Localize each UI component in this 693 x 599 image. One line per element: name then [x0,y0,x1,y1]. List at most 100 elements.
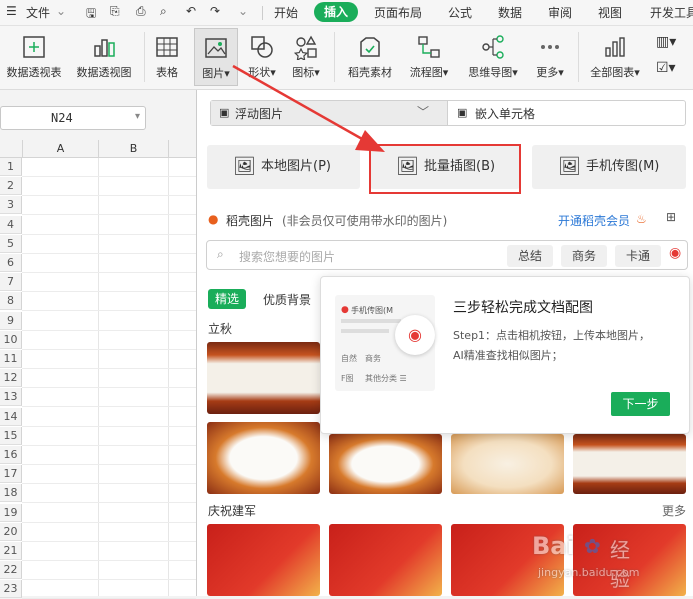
row-header[interactable]: 15 [0,426,22,445]
more-link[interactable]: 更多 [662,502,686,519]
pivot-chart-button[interactable]: 数据透视图 [72,28,136,86]
tab-formulas[interactable]: 公式 [448,4,472,21]
row-header[interactable]: 18 [0,484,22,503]
row-header[interactable]: 5 [0,234,22,253]
tab-developer[interactable]: 开发工具 [650,4,693,21]
row-header[interactable]: 13 [0,388,22,407]
tab-page-layout[interactable]: 页面布局 [374,4,422,21]
row-header[interactable]: 4 [0,215,22,234]
embed-cell-option[interactable]: 嵌入单元格 [475,105,535,122]
chip-summary[interactable]: 总结 [507,245,553,267]
all-charts-button[interactable]: 全部图表▾ [584,28,646,86]
row-header[interactable]: 17 [0,465,22,484]
row-header[interactable]: 8 [0,292,22,311]
image-thumbnail[interactable] [207,524,320,596]
table-icon [156,37,178,57]
search-input[interactable]: 搜索您想要的图片 [239,248,335,265]
file-menu[interactable]: 文件 [26,4,50,21]
bar-chart-icon [605,37,625,57]
tab-insert[interactable]: 插入 [314,2,358,22]
row-header[interactable]: 21 [0,542,22,560]
tab-view[interactable]: 视图 [598,4,622,21]
tab-data[interactable]: 数据 [498,4,522,21]
open-member-link[interactable]: 开通稻壳会员 [558,212,630,229]
column-a-header[interactable]: A [22,140,98,158]
flowchart-icon [418,36,440,58]
ribbon-divider [144,32,145,82]
image-thumbnail[interactable] [573,434,686,494]
filter-selected[interactable]: 精选 [208,289,246,309]
next-step-button[interactable]: 下一步 [611,392,670,416]
pivot-chart-icon [94,39,115,57]
popup-desc-1: Step1：点击相机按钮，上传本地图片， [453,329,651,342]
image-thumbnail[interactable] [451,434,564,494]
table-button[interactable]: 表格 [150,28,184,86]
pivot-table-button[interactable]: 数据透视表 [2,28,66,86]
grid-line [22,521,196,523]
row-header[interactable]: 19 [0,503,22,522]
row-header[interactable]: 20 [0,522,22,541]
bar-divider [447,101,448,125]
section-title-army: 庆祝建军 [208,504,257,518]
row-header[interactable]: 9 [0,311,22,330]
row-header[interactable]: 11 [0,350,22,368]
image-thumbnail[interactable] [329,434,442,494]
filter-quality-bg[interactable]: 优质背景 [263,291,311,308]
chip-cartoon[interactable]: 卡通 [615,245,661,267]
image-thumbnail[interactable] [329,524,442,596]
row-header[interactable]: 12 [0,369,22,388]
grid-line [22,579,196,581]
line-chart-icon[interactable]: ☑▾ [656,60,676,76]
grid-line [22,444,196,446]
image-thumbnail[interactable] [207,422,320,494]
onboarding-popup: ● 手机传图(M 自然 商务 F图 其他分类 ☰ ◉ 三步轻松完成文档配图 St… [320,276,690,434]
row-header[interactable]: 14 [0,407,22,426]
row-header[interactable]: 2 [0,177,22,196]
undo-icon[interactable]: ↶ [186,4,196,18]
row-header[interactable]: 3 [0,196,22,215]
image-thumbnail[interactable] [207,342,320,414]
column-b-header[interactable]: B [98,140,168,158]
column-chart-icon[interactable]: ▥▾ [656,34,676,50]
phone-image-icon: 🖼 [558,156,581,177]
grid-line [22,406,196,408]
fire-icon: ● [208,212,219,226]
chevron-down-icon[interactable]: ﹀ [417,103,429,120]
grid-view-icon[interactable]: ⊞ [666,210,676,224]
grid-line [98,158,99,596]
column-c-header[interactable] [168,140,196,158]
redo-icon[interactable]: ↷ [210,4,220,18]
row-header[interactable]: 22 [0,561,22,580]
name-box[interactable]: N24 ▾ [0,106,146,130]
watermark-text-2: 经验 [610,538,630,591]
chip-business[interactable]: 商务 [561,245,607,267]
chevron-down-icon[interactable]: ⌄ [56,4,66,18]
camera-icon[interactable]: ◉ [669,245,681,261]
tab-review[interactable]: 审阅 [548,4,572,21]
name-box-value: N24 [51,111,73,125]
grid-line [22,252,196,254]
more-button[interactable]: 更多▾ [530,28,570,86]
mind-map-button[interactable]: 思维导图▾ [462,28,524,86]
grid-line [22,310,196,312]
grid-line [22,176,196,177]
print-icon[interactable]: ⎙ [136,4,146,19]
row-header[interactable]: 6 [0,254,22,272]
flowchart-button[interactable]: 流程图▾ [404,28,454,86]
menu-icon[interactable]: ☰ [6,4,17,18]
phone-image-button[interactable]: 🖼 手机传图(M) [532,145,686,189]
row-header[interactable]: 7 [0,273,22,292]
row-header[interactable]: 16 [0,446,22,464]
tab-home[interactable]: 开始 [274,4,298,21]
icon-library-icon [293,35,317,60]
customize-icon[interactable]: ⌄ [238,4,248,18]
row-header[interactable]: 10 [0,330,22,349]
grid-line [22,464,196,465]
chevron-down-icon[interactable]: ▾ [135,111,140,122]
embed-cell-icon: ▣ [457,106,468,119]
docer-material-icon [360,37,380,57]
row-header[interactable]: 1 [0,158,22,176]
print-preview-icon[interactable]: ⌕ [160,4,167,19]
format-painter-icon[interactable]: ⎘ [110,4,120,19]
save-icon[interactable]: 🖫 [86,4,96,25]
